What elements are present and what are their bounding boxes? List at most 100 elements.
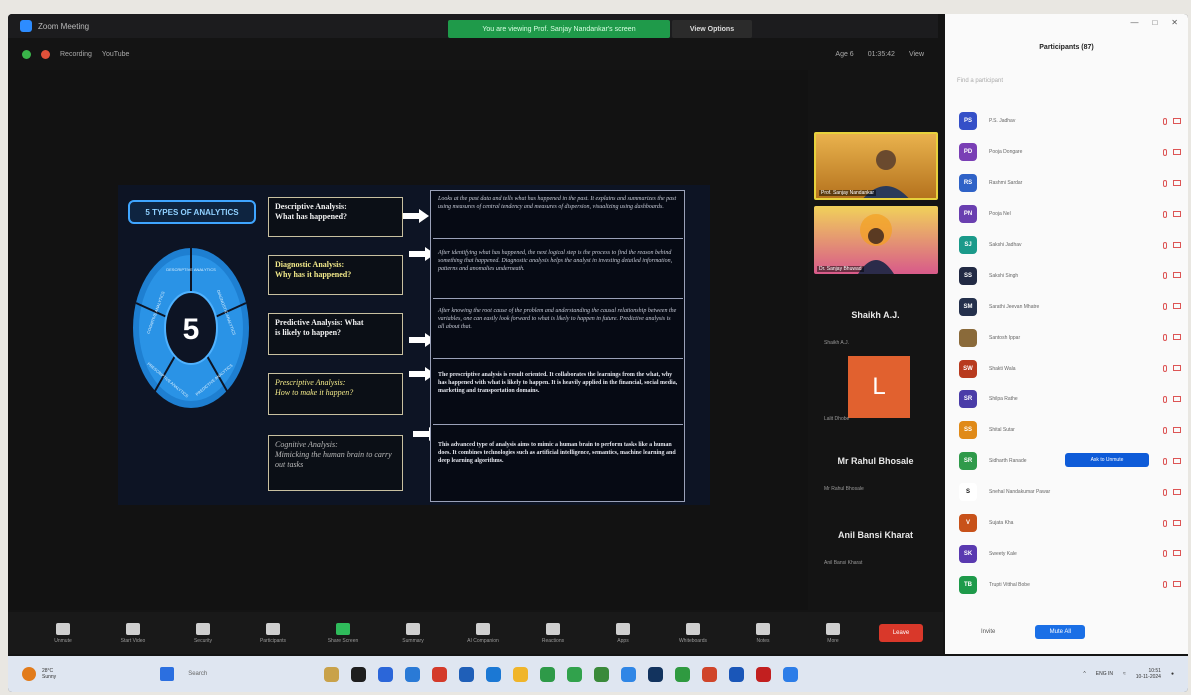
participant-row[interactable]: SR Sidharth Ranade Ask to Unmute (959, 446, 1181, 477)
windows-start-icon[interactable] (160, 667, 175, 681)
muted-mic-icon (1163, 395, 1167, 403)
tool-label: Reactions (541, 637, 565, 644)
participant-search-input[interactable]: Find a participant (957, 78, 1003, 84)
video-tile-speaker[interactable]: Prof. Sanjay Nandankar (814, 132, 938, 200)
video-off-icon (1173, 148, 1181, 155)
zoom-taskbar-icon[interactable] (621, 666, 637, 682)
participant-status (1163, 148, 1181, 156)
summary-button[interactable]: Summary (378, 622, 448, 644)
start-video-button[interactable]: Start Video (98, 622, 168, 644)
taskbar-search-input[interactable]: Search (188, 671, 288, 677)
type-question: Why has it happened? (275, 270, 352, 279)
share-screen-button[interactable]: Share Screen (308, 622, 378, 644)
youtube-live-label[interactable]: YouTube (102, 51, 130, 58)
office-icon[interactable] (702, 666, 718, 682)
video-off-icon (1173, 488, 1181, 495)
whiteboard-icon (686, 622, 700, 635)
type-question: Mimicking the human brain to carry out t… (275, 450, 392, 469)
participant-name: Sakshi Jadhav (989, 242, 1022, 248)
participants-button[interactable]: Participants (238, 622, 308, 644)
participant-row[interactable]: TB Trupti Vitthal Bobe (959, 569, 1181, 600)
zoom-window: Zoom Meeting You are viewing Prof. Sanja… (8, 14, 1188, 692)
close-icon[interactable]: ✕ (1171, 18, 1178, 27)
app-icon[interactable] (648, 666, 664, 682)
apps-button[interactable]: Apps (588, 622, 658, 644)
participant-tile-name: Mr Rahul Bhosale (837, 456, 914, 466)
mute-all-button[interactable]: Mute All (1035, 625, 1086, 639)
participant-status (1163, 334, 1181, 342)
security-shield-icon[interactable] (22, 49, 31, 59)
zoom-app-icon[interactable] (783, 666, 799, 682)
security-button[interactable]: Security (168, 622, 238, 644)
participant-row[interactable]: PS P.S. Jadhav (959, 106, 1181, 137)
view-button[interactable]: View (909, 51, 924, 58)
muted-mic-icon (1163, 210, 1167, 218)
participant-row[interactable]: PD Pooja Dongare (959, 137, 1181, 168)
invite-button[interactable]: Invite (981, 629, 995, 635)
view-options-button[interactable]: View Options (672, 20, 752, 38)
participant-avatar: TB (959, 575, 977, 594)
window-controls: — □ ✕ (1130, 18, 1178, 27)
meeting-info-bar: Recording YouTube Age 6 01:35:42 View (8, 40, 938, 68)
wifi-icon[interactable]: ≈ (1123, 671, 1126, 677)
browser-icon[interactable] (405, 666, 421, 682)
chevron-up-icon[interactable]: ^ (1083, 671, 1085, 677)
participant-tile-label: Mr Rahul Bhosale (824, 486, 864, 492)
notes-icon (756, 622, 770, 635)
participant-list: PS P.S. Jadhav PD Pooja Dongare RS Rashmi Sar… (959, 106, 1181, 600)
participant-name: Sakshi Singh (989, 272, 1019, 279)
participant-row[interactable]: SS Shital Sutar (959, 415, 1181, 446)
participant-status (1163, 365, 1181, 373)
chat-icon[interactable] (378, 666, 394, 682)
edge-icon[interactable] (486, 666, 502, 682)
notification-bell-icon[interactable]: ● (1171, 671, 1174, 677)
word-icon[interactable] (729, 666, 745, 682)
participant-avatar: SS (959, 266, 977, 285)
opera-icon[interactable] (432, 666, 448, 682)
participant-row[interactable]: SJ Sakshi Jadhav (959, 230, 1181, 261)
minimize-icon[interactable]: — (1130, 18, 1138, 27)
reactions-button[interactable]: Reactions (518, 622, 588, 644)
leave-button[interactable]: Leave (879, 624, 923, 642)
store-icon[interactable] (459, 666, 475, 682)
ai-companion-button[interactable]: AI Companion (448, 622, 518, 644)
maximize-icon[interactable]: □ (1152, 18, 1157, 27)
muted-mic-icon (1163, 334, 1167, 342)
participant-row[interactable]: V Sujata Kha (959, 508, 1181, 539)
notes-button[interactable]: Notes (728, 622, 798, 644)
participant-row[interactable]: SM Sarathi Jeevan Mhatre (959, 291, 1181, 322)
participant-avatar: SW (959, 359, 977, 378)
folder-icon[interactable] (513, 666, 529, 682)
taskbar-clock[interactable]: 10:51 10-11-2024 (1136, 668, 1161, 681)
terminal-icon[interactable] (351, 666, 367, 682)
tool-label: Summary (402, 637, 424, 644)
more-button[interactable]: More (798, 622, 868, 644)
participant-avatar: PD (959, 143, 977, 162)
participant-row[interactable]: SK Sweety Kale (959, 538, 1181, 569)
language-indicator[interactable]: ENG IN (1096, 671, 1113, 677)
participant-row[interactable]: PN Pooja Nel (959, 199, 1181, 230)
unmute-button[interactable]: Unmute (28, 622, 98, 644)
participant-row[interactable]: SR Shilpa Rathe (959, 384, 1181, 415)
chrome-icon[interactable] (540, 666, 556, 682)
participant-row[interactable]: S Snehal Nandakumar Pawar (959, 477, 1181, 508)
participant-row[interactable]: RS Rashmi Sardar (959, 168, 1181, 199)
pdf-icon[interactable] (756, 666, 772, 682)
chrome-app-icon[interactable] (594, 666, 610, 682)
video-tile-participant[interactable]: Dr. Sanjay Bhuwad (814, 206, 938, 274)
shared-screen-area: 5 TYPES OF ANALYTICS 5 DESCRIPTIVE ANALY… (8, 70, 808, 610)
whiteboards-button[interactable]: Whiteboards (658, 622, 728, 644)
file-explorer-icon[interactable] (324, 666, 340, 682)
participant-row[interactable]: Santosh Ippar (959, 322, 1181, 353)
weather-widget[interactable]: 28°C Sunny (22, 667, 56, 681)
participant-avatar: PN (959, 205, 977, 224)
ask-to-unmute-button[interactable]: Ask to Unmute (1065, 452, 1149, 467)
recording-label: Recording (60, 50, 92, 58)
whatsapp-icon[interactable] (675, 666, 691, 682)
participant-status (1163, 241, 1181, 249)
video-off-icon (1173, 179, 1181, 186)
participant-row[interactable]: SW Shakti Wala (959, 353, 1181, 384)
chrome-profile-icon[interactable] (567, 666, 583, 682)
participant-row[interactable]: SS Sakshi Singh (959, 260, 1181, 291)
arrow-right-icon (403, 209, 429, 223)
